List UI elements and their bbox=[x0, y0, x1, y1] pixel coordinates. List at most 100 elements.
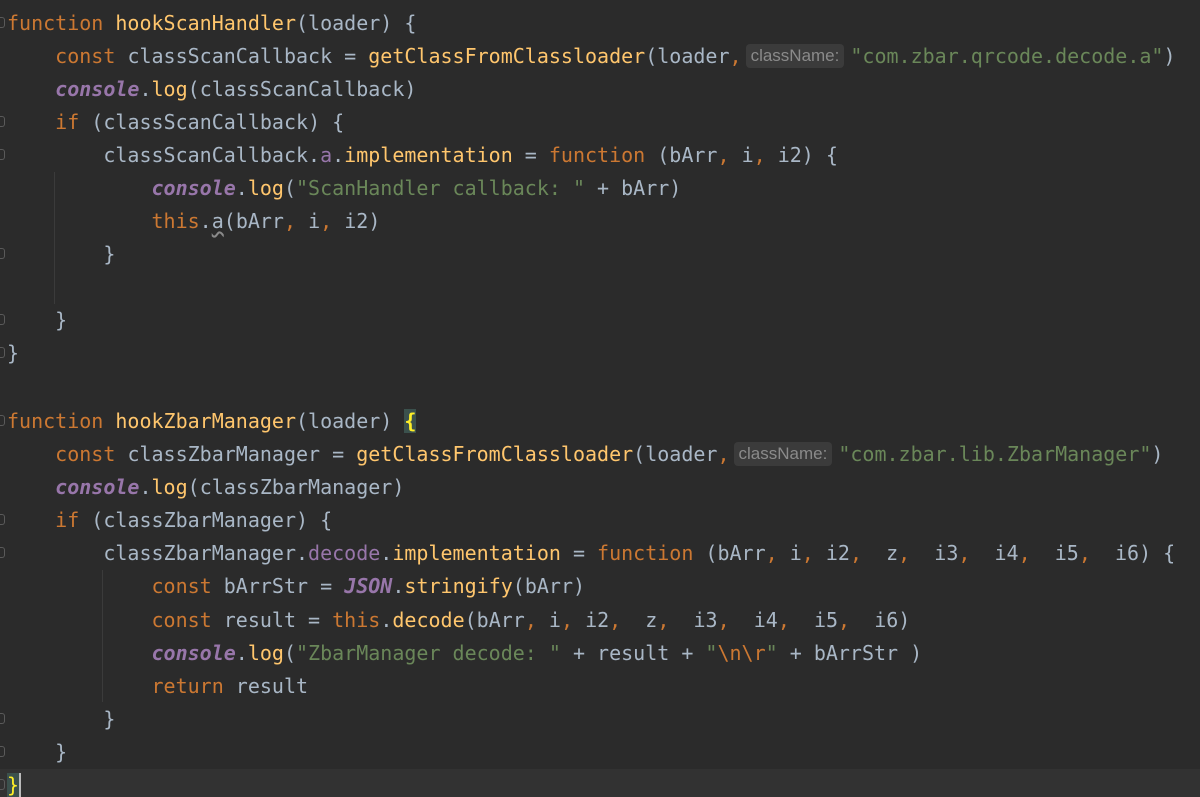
identifier: i bbox=[548, 608, 561, 632]
code-line[interactable]: } bbox=[0, 238, 1200, 271]
identifier: classScanCallback bbox=[127, 44, 333, 68]
code-line[interactable]: if (classScanCallback) { bbox=[0, 106, 1200, 139]
property: decode bbox=[308, 541, 381, 565]
keyword: const bbox=[151, 574, 212, 598]
parameter: i5 bbox=[1054, 541, 1079, 565]
code-line[interactable]: const classZbarManager = getClassFromCla… bbox=[0, 438, 1200, 471]
parameter: i bbox=[789, 541, 802, 565]
current-code-line[interactable]: } bbox=[0, 769, 1200, 797]
code-line[interactable]: console.log("ScanHandler callback: " + b… bbox=[0, 172, 1200, 205]
code-line[interactable]: function hookScanHandler(loader) { bbox=[0, 7, 1200, 40]
method-call: log bbox=[247, 176, 284, 200]
global-identifier: console bbox=[151, 641, 236, 665]
identifier: loader bbox=[308, 409, 381, 433]
identifier: loader bbox=[308, 11, 381, 35]
identifier: bArr bbox=[476, 608, 525, 632]
keyword: function bbox=[548, 143, 646, 167]
keyword: if bbox=[55, 110, 80, 134]
identifier: i2 bbox=[585, 608, 610, 632]
code-line[interactable] bbox=[0, 271, 1200, 304]
fold-marker-icon[interactable] bbox=[0, 514, 5, 525]
fold-marker-icon[interactable] bbox=[0, 248, 5, 259]
keyword: function bbox=[7, 11, 104, 35]
parameter: i2 bbox=[777, 143, 802, 167]
keyword: if bbox=[55, 508, 80, 532]
code-line[interactable]: } bbox=[0, 337, 1200, 370]
identifier: z bbox=[645, 608, 658, 632]
identifier: bArr bbox=[235, 209, 284, 233]
parameter: i bbox=[741, 143, 754, 167]
identifier: i6 bbox=[874, 608, 899, 632]
keyword: const bbox=[55, 44, 116, 68]
global-identifier: console bbox=[151, 176, 236, 200]
identifier: i bbox=[308, 209, 321, 233]
method-call: stringify bbox=[404, 574, 513, 598]
identifier: i3 bbox=[693, 608, 718, 632]
identifier: classScanCallback bbox=[103, 110, 309, 134]
code-line[interactable]: this.a(bArr, i, i2) bbox=[0, 205, 1200, 238]
fold-marker-icon[interactable] bbox=[0, 779, 5, 790]
keyword: function bbox=[597, 541, 694, 565]
identifier: classZbarManager bbox=[103, 541, 296, 565]
fold-marker-icon[interactable] bbox=[0, 415, 5, 426]
fold-marker-icon[interactable] bbox=[0, 149, 5, 160]
method-call: log bbox=[151, 77, 188, 101]
identifier: classScanCallback bbox=[103, 143, 309, 167]
code-line[interactable]: const result = this.decode(bArr, i, i2, … bbox=[0, 604, 1200, 637]
code-line[interactable]: } bbox=[0, 736, 1200, 769]
global-identifier: JSON bbox=[344, 574, 393, 598]
fold-marker-icon[interactable] bbox=[0, 746, 5, 757]
keyword: return bbox=[151, 674, 224, 698]
code-line[interactable]: } bbox=[0, 703, 1200, 736]
code-editor[interactable]: function hookScanHandler(loader) { const… bbox=[0, 0, 1200, 797]
string-literal: "ZbarManager decode: " bbox=[296, 641, 561, 665]
identifier: classZbarManager bbox=[127, 442, 321, 466]
method-call: a bbox=[211, 209, 224, 233]
fold-marker-icon[interactable] bbox=[0, 116, 5, 127]
parameter: z bbox=[886, 541, 899, 565]
code-line[interactable]: console.log(classZbarManager) bbox=[0, 471, 1200, 504]
function-name: hookScanHandler bbox=[115, 11, 296, 35]
fold-marker-icon[interactable] bbox=[0, 547, 5, 558]
identifier: bArr bbox=[621, 176, 670, 200]
code-line[interactable]: if (classZbarManager) { bbox=[0, 504, 1200, 537]
string-literal: "com.zbar.lib.ZbarManager" bbox=[838, 442, 1152, 466]
fold-marker-icon[interactable] bbox=[0, 713, 5, 724]
keyword: const bbox=[55, 442, 116, 466]
code-line[interactable]: console.log("ZbarManager decode: " + res… bbox=[0, 637, 1200, 670]
identifier: classZbarManager bbox=[103, 508, 297, 532]
identifier: i4 bbox=[753, 608, 778, 632]
code-line[interactable]: const bArrStr = JSON.stringify(bArr) bbox=[0, 570, 1200, 603]
fold-marker-icon[interactable] bbox=[0, 314, 5, 325]
code-line[interactable]: const classScanCallback = getClassFromCl… bbox=[0, 40, 1200, 73]
identifier: bArr bbox=[524, 574, 573, 598]
code-line[interactable]: classScanCallback.a.implementation = fun… bbox=[0, 139, 1200, 172]
code-line[interactable]: console.log(classScanCallback) bbox=[0, 73, 1200, 106]
keyword: this bbox=[151, 209, 200, 233]
code-line[interactable]: function hookZbarManager(loader) { bbox=[0, 405, 1200, 438]
global-identifier: console bbox=[55, 77, 140, 101]
parameter: i4 bbox=[994, 541, 1019, 565]
function-name: hookZbarManager bbox=[115, 409, 296, 433]
identifier: classZbarManager bbox=[199, 475, 393, 499]
parameter-hint: className: bbox=[745, 44, 845, 68]
code-line[interactable]: classZbarManager.decode.implementation =… bbox=[0, 537, 1200, 570]
function-call: getClassFromClassloader bbox=[368, 44, 646, 68]
keyword: function bbox=[7, 409, 104, 433]
identifier: i2 bbox=[344, 209, 369, 233]
keyword: const bbox=[151, 608, 212, 632]
fold-marker-icon[interactable] bbox=[0, 347, 5, 358]
identifier: result bbox=[597, 641, 670, 665]
string-literal: " bbox=[705, 641, 718, 665]
identifier: result bbox=[235, 674, 309, 698]
code-line[interactable]: } bbox=[0, 304, 1200, 337]
code-line[interactable] bbox=[0, 370, 1200, 403]
code-line[interactable]: return result bbox=[0, 670, 1200, 703]
parameter: i6 bbox=[1114, 541, 1140, 565]
fold-marker-icon[interactable] bbox=[0, 17, 5, 28]
function-call: getClassFromClassloader bbox=[356, 442, 634, 466]
method-call: log bbox=[247, 641, 284, 665]
matching-brace: { bbox=[404, 409, 417, 433]
parameter: i3 bbox=[934, 541, 959, 565]
string-literal: "com.zbar.qrcode.decode.a" bbox=[850, 44, 1164, 68]
